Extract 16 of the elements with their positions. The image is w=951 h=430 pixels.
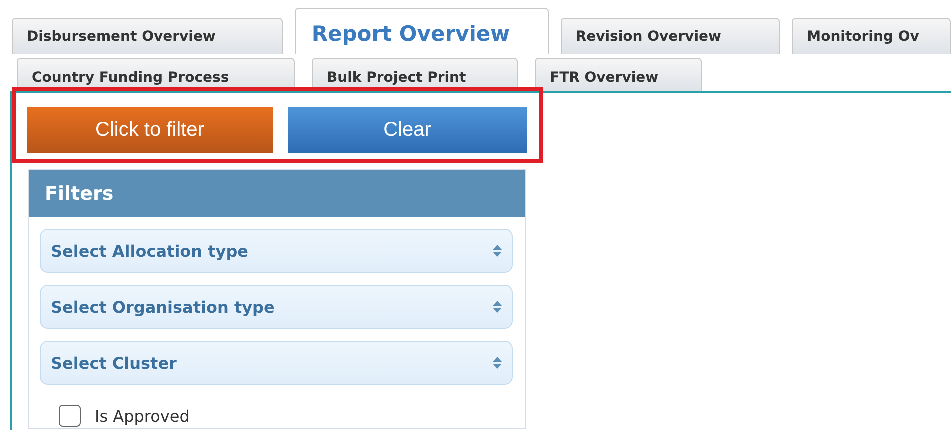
filter-button[interactable]: Click to filter (27, 107, 273, 153)
tab[interactable]: Disbursement Overview (12, 18, 283, 54)
checkbox[interactable] (59, 405, 81, 427)
checkbox-label: Is Approved (95, 406, 190, 426)
tab[interactable]: FTR Overview (535, 58, 702, 91)
select-dropdown[interactable]: Select Organisation type (40, 285, 513, 329)
tab[interactable]: Revision Overview (560, 18, 780, 54)
select-dropdown[interactable]: Select Allocation type (40, 229, 513, 273)
panel-header: Filters (29, 170, 525, 217)
sort-arrows-icon (493, 300, 502, 314)
tab[interactable]: Monitoring Ov (792, 18, 951, 54)
sort-arrows-icon (493, 356, 502, 370)
select-dropdown[interactable]: Select Cluster (40, 341, 513, 385)
sort-arrows-icon (493, 244, 502, 258)
tab[interactable]: Report Overview (294, 8, 549, 54)
clear-button[interactable]: Clear (288, 107, 527, 153)
